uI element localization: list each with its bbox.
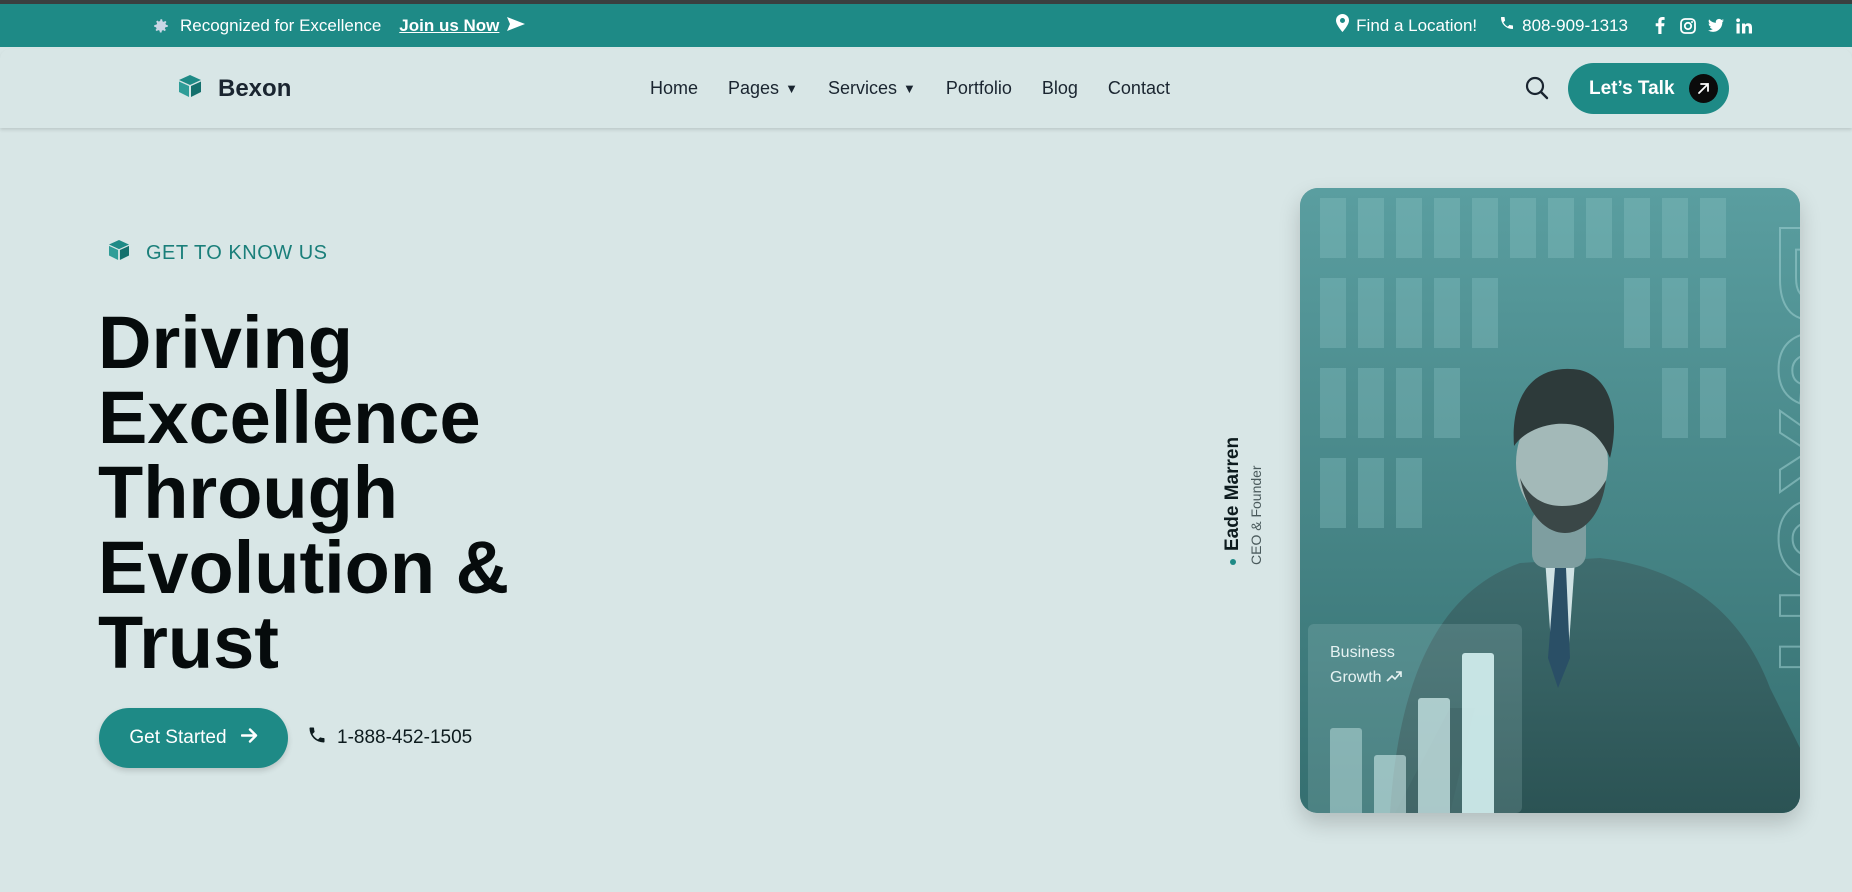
headline-line: Evolution & [98, 526, 510, 609]
send-arrow-icon [507, 16, 526, 36]
growth-label: Business Growth [1330, 640, 1402, 690]
growth-label-line1: Business [1330, 644, 1395, 661]
lets-talk-button[interactable]: Let’s Talk [1568, 63, 1729, 114]
hero-image-card: Bexon Business Growth [1300, 188, 1800, 813]
get-started-label: Get Started [129, 727, 227, 748]
caret-down-icon: ▼ [902, 81, 916, 96]
nav-label: Pages [728, 78, 780, 98]
lets-talk-label: Let’s Talk [1589, 77, 1675, 99]
eyebrow-text: GET TO KNOW US [146, 241, 328, 264]
instagram-icon[interactable] [1680, 17, 1696, 34]
nav-item-home[interactable]: Home [650, 78, 698, 99]
nav-label: Contact [1107, 78, 1170, 98]
growth-bar [1462, 653, 1494, 813]
hero-phone-number: 1-888-452-1505 [337, 727, 473, 748]
growth-label-line2: Growth [1330, 669, 1382, 686]
headline-line: Driving [98, 301, 353, 384]
facebook-icon[interactable] [1652, 17, 1668, 34]
founder-name: Eade Marren [1222, 436, 1243, 551]
map-pin-icon [1336, 14, 1350, 37]
nav-item-blog[interactable]: Blog [1042, 78, 1078, 99]
top-phone-number: 808-909-1313 [1522, 15, 1628, 35]
accent-dot [1230, 559, 1236, 565]
nav-item-contact[interactable]: Contact [1108, 78, 1170, 99]
main-nav: Home Pages ▼ Services ▼ Portfolio Blog C… [650, 49, 1170, 128]
arrow-up-right-icon [1688, 74, 1718, 103]
arrow-right-icon [240, 727, 258, 749]
get-started-button[interactable]: Get Started [99, 708, 288, 768]
find-location-label: Find a Location! [1356, 15, 1478, 35]
recognition-text: Recognized for Excellence [180, 15, 382, 35]
nav-item-portfolio[interactable]: Portfolio [946, 78, 1012, 99]
growth-label-row: Growth [1330, 665, 1402, 690]
nav-label: Services [827, 78, 897, 98]
top-bar-left: Recognized for Excellence Join us Now [152, 4, 526, 47]
headline-line: Trust [98, 601, 279, 684]
brand-name: Bexon [218, 74, 292, 102]
join-us-label: Join us Now [399, 15, 500, 35]
top-phone-link[interactable]: 808-909-1313 [1499, 15, 1628, 36]
linkedin-icon[interactable] [1736, 17, 1752, 34]
caret-down-icon: ▼ [785, 81, 798, 96]
founder-role: CEO & Founder [1248, 465, 1264, 565]
phone-icon [1499, 15, 1515, 36]
main-header: Bexon Home Pages ▼ Services ▼ Portfolio … [0, 49, 1852, 128]
business-growth-widget: Business Growth [1308, 624, 1522, 813]
growth-bar [1418, 698, 1450, 813]
card-watermark: Bexon [1748, 218, 1800, 676]
phone-icon [307, 725, 327, 751]
find-location-link[interactable]: Find a Location! [1336, 14, 1477, 37]
nav-item-pages[interactable]: Pages ▼ [728, 78, 798, 99]
growth-bar [1330, 728, 1362, 813]
top-bar: Recognized for Excellence Join us Now Fi… [0, 4, 1852, 47]
hero-phone-link[interactable]: 1-888-452-1505 [307, 724, 472, 752]
trending-up-icon [1386, 665, 1402, 690]
cube-logo-icon [178, 75, 202, 102]
twitter-icon[interactable] [1708, 18, 1724, 34]
headline-line: Through [98, 451, 399, 534]
hero-headline: Driving Excellence Through Evolution & T… [98, 305, 658, 680]
founder-label: Eade Marren CEO & Founder [1222, 437, 1266, 565]
social-links [1652, 17, 1752, 34]
brand-logo[interactable]: Bexon [178, 49, 291, 128]
growth-bar [1374, 755, 1406, 813]
founder-name-row: Eade Marren [1222, 437, 1244, 565]
nav-item-services[interactable]: Services ▼ [828, 78, 916, 99]
headline-line: Excellence [98, 376, 481, 459]
gear-icon [152, 17, 170, 35]
top-bar-right: Find a Location! 808-909-1313 [1336, 4, 1752, 47]
nav-label: Blog [1041, 78, 1078, 98]
search-icon[interactable] [1524, 75, 1550, 101]
nav-label: Home [650, 78, 699, 98]
cube-icon [108, 240, 130, 266]
section-eyebrow: GET TO KNOW US [108, 240, 327, 266]
join-us-link[interactable]: Join us Now [399, 15, 526, 36]
nav-label: Portfolio [945, 78, 1012, 98]
